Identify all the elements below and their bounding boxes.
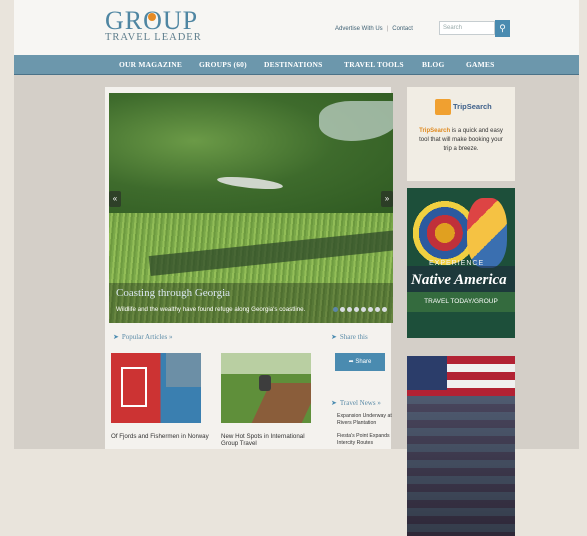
slider-dot[interactable] bbox=[382, 307, 387, 312]
slider-dots bbox=[333, 307, 387, 312]
ad-native-america-title: Native America bbox=[411, 272, 507, 288]
ad-soldiers-image bbox=[407, 396, 515, 536]
hero-slider[interactable]: « » Coasting through Georgia Wildlife an… bbox=[109, 93, 393, 323]
nav-blog[interactable]: BLOG bbox=[422, 55, 444, 74]
hero-caption: Coasting through Georgia Wildlife and th… bbox=[109, 283, 393, 323]
ad-headdress-image bbox=[467, 198, 507, 268]
travel-news-heading[interactable]: ➤ Travel News » bbox=[331, 399, 381, 407]
article-thumbnail-norway[interactable] bbox=[111, 353, 201, 423]
slider-dot[interactable] bbox=[368, 307, 373, 312]
civil-war-ad[interactable] bbox=[407, 356, 515, 536]
logo-sub-text: TRAVEL LEADER bbox=[105, 32, 202, 43]
page: GROUP TRAVEL LEADER Advertise With Us|Co… bbox=[14, 0, 579, 536]
main-nav: OUR MAGAZINE GROUPS (60) DESTINATIONS TR… bbox=[14, 55, 579, 75]
thumb-rider bbox=[259, 375, 271, 391]
article-caption-group-travel[interactable]: New Hot Spots in International Group Tra… bbox=[221, 433, 321, 447]
nav-groups[interactable]: GROUPS (60) bbox=[199, 55, 247, 74]
tripsearch-ad[interactable]: TripSearch TripSearch is a quick and eas… bbox=[407, 87, 515, 181]
bullet-icon: ➤ bbox=[331, 333, 337, 341]
top-links: Advertise With Us | Contact bbox=[335, 26, 413, 32]
hero-image-sky bbox=[319, 101, 393, 141]
travel-news-heading-label: Travel News bbox=[339, 399, 376, 407]
search-icon: ⚲ bbox=[499, 23, 506, 33]
slider-dot[interactable] bbox=[333, 307, 338, 312]
thumb-window bbox=[121, 367, 147, 407]
hero-prev-button[interactable]: « bbox=[109, 191, 121, 207]
share-button-label: Share bbox=[355, 359, 372, 365]
share-heading-label: Share this bbox=[339, 333, 368, 341]
ad-flag-canton bbox=[407, 356, 447, 390]
slider-dot[interactable] bbox=[340, 307, 345, 312]
logo-accent-dot bbox=[148, 13, 156, 21]
article-thumbnail-group-travel[interactable] bbox=[221, 353, 311, 423]
bullet-icon: ➤ bbox=[331, 399, 337, 407]
nav-games[interactable]: GAMES bbox=[466, 55, 495, 74]
nav-destinations[interactable]: DESTINATIONS bbox=[264, 55, 323, 74]
link-separator: | bbox=[386, 26, 389, 32]
hero-next-button[interactable]: » bbox=[381, 191, 393, 207]
search-input[interactable]: Search bbox=[439, 21, 495, 35]
main-content: « » Coasting through Georgia Wildlife an… bbox=[105, 87, 393, 449]
article-caption-norway[interactable]: Of Fjords and Fishermen in Norway bbox=[111, 433, 211, 440]
share-icon: ➦ bbox=[348, 359, 354, 365]
tripsearch-description: TripSearch is a quick and easy tool that… bbox=[415, 127, 507, 154]
tripsearch-logo-text: TripSearch bbox=[453, 102, 492, 111]
bullet-icon: ➤ bbox=[113, 333, 119, 341]
thumb-mountain bbox=[166, 353, 201, 387]
hero-description: Wildlife and the wealthy have found refu… bbox=[116, 306, 306, 313]
ad-tagline: TRAVEL TODAY/GROUP bbox=[407, 292, 515, 312]
logo-main-text: GROUP bbox=[105, 8, 202, 34]
hero-title[interactable]: Coasting through Georgia bbox=[116, 287, 230, 299]
tripsearch-highlight: TripSearch bbox=[419, 128, 451, 134]
contact-link[interactable]: Contact bbox=[392, 26, 413, 32]
site-logo[interactable]: GROUP TRAVEL LEADER bbox=[105, 8, 202, 44]
tripsearch-logo-icon bbox=[435, 99, 451, 115]
site-header: GROUP TRAVEL LEADER Advertise With Us|Co… bbox=[14, 0, 579, 55]
popular-heading-label: Popular Articles bbox=[121, 333, 168, 341]
share-button[interactable]: ➦ Share bbox=[335, 353, 385, 371]
travel-news-item[interactable]: Fiesta's Point Expands Intercity Routes bbox=[337, 433, 392, 447]
ad-experience-text: EXPERIENCE bbox=[429, 260, 485, 267]
nav-travel-tools[interactable]: TRAVEL TOOLS bbox=[344, 55, 404, 74]
slider-dot[interactable] bbox=[361, 307, 366, 312]
native-america-ad[interactable]: EXPERIENCE Native America TRAVEL TODAY/G… bbox=[407, 188, 515, 338]
travel-news-item[interactable]: Expansion Underway at Rivers Plantation bbox=[337, 413, 392, 427]
share-heading: ➤ Share this bbox=[331, 333, 368, 341]
nav-our-magazine[interactable]: OUR MAGAZINE bbox=[119, 55, 182, 74]
slider-dot[interactable] bbox=[354, 307, 359, 312]
tripsearch-logo: TripSearch bbox=[435, 99, 492, 121]
slider-dot[interactable] bbox=[375, 307, 380, 312]
advertise-link[interactable]: Advertise With Us bbox=[335, 26, 383, 32]
slider-dot[interactable] bbox=[347, 307, 352, 312]
search-button[interactable]: ⚲ bbox=[495, 20, 510, 37]
popular-articles-heading[interactable]: ➤ Popular Articles » bbox=[113, 333, 172, 341]
